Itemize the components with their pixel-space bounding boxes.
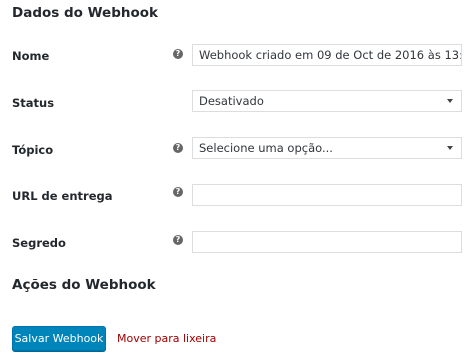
secret-label: Segredo <box>12 236 66 250</box>
topic-label: Tópico <box>12 143 54 157</box>
topic-help-icon[interactable]: ? <box>173 143 183 153</box>
save-webhook-button[interactable]: Salvar Webhook <box>12 326 106 351</box>
status-select-value: Desativado <box>199 94 264 108</box>
secret-input[interactable] <box>192 231 462 253</box>
topic-select[interactable]: Selecione uma opção... <box>192 137 462 159</box>
status-select[interactable]: Desativado <box>192 90 462 112</box>
topic-select-value: Selecione uma opção... <box>199 141 333 155</box>
name-input[interactable]: Webhook criado em 09 de Oct de 2016 às 1… <box>192 44 462 66</box>
webhook-actions-title: Ações do Webhook <box>12 277 156 293</box>
webhook-data-title: Dados do Webhook <box>12 5 158 21</box>
name-help-icon[interactable]: ? <box>173 49 183 59</box>
status-label: Status <box>12 96 55 110</box>
move-to-trash-link[interactable]: Mover para lixeira <box>117 332 216 345</box>
chevron-down-icon <box>447 146 453 150</box>
name-label: Nome <box>12 49 50 63</box>
delivery-url-input[interactable] <box>192 184 462 206</box>
chevron-down-icon <box>447 99 453 103</box>
secret-help-icon[interactable]: ? <box>173 235 183 245</box>
delivery-url-help-icon[interactable]: ? <box>173 187 183 197</box>
delivery-url-label: URL de entrega <box>12 189 113 203</box>
